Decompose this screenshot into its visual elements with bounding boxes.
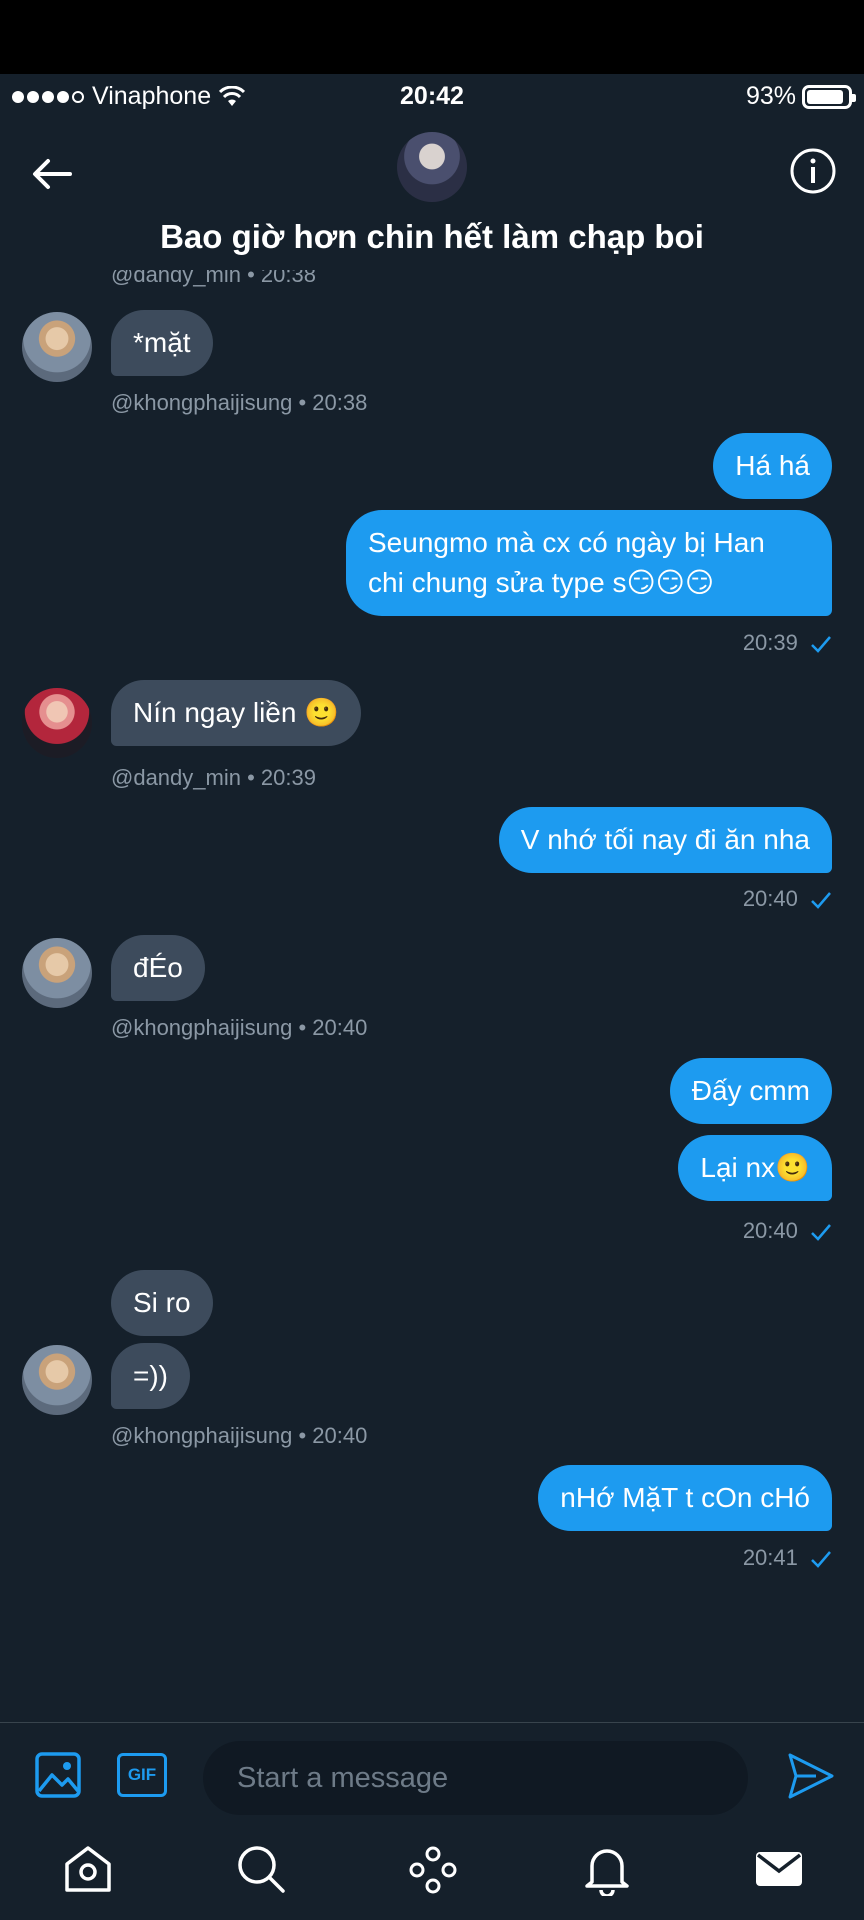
message-text: Lại nx (700, 1152, 776, 1183)
back-arrow-icon[interactable] (28, 150, 76, 198)
sent-check-icon (811, 892, 831, 910)
sent-check-icon (811, 1551, 831, 1569)
message-line: chi chung sửa type s😏😏😏 (368, 563, 810, 603)
gif-icon[interactable]: GIF (117, 1753, 167, 1797)
message-meta: @dandy_min • 20:39 (111, 765, 316, 790)
incoming-message[interactable]: đÉo (111, 935, 205, 1001)
message-meta: @khongphaijisung • 20:40 (111, 1423, 368, 1448)
mail-icon[interactable] (752, 1842, 806, 1896)
outgoing-message[interactable]: Seungmo mà cx có ngày bị Han chi chung s… (346, 510, 832, 616)
smirk-emoji: 😏😏😏 (626, 566, 715, 599)
sent-check-icon (811, 1224, 831, 1242)
status-time: 20:42 (400, 82, 464, 110)
bottom-tab-bar (0, 1834, 864, 1920)
message-time: 20:39 (743, 630, 832, 656)
conversation-title[interactable]: Bao giờ hơn chin hết làm chạp boi (0, 218, 864, 256)
message-text: Nín ngay liền (133, 697, 305, 728)
smile-emoji: 🙂 (775, 1151, 810, 1184)
image-icon[interactable] (34, 1751, 82, 1799)
message-meta: @khongphaijisung • 20:38 (111, 390, 368, 415)
message-line: Seungmo mà cx có ngày bị Han (368, 527, 765, 558)
status-right: 93% (745, 82, 856, 111)
time-label: 20:40 (742, 1218, 798, 1243)
message-meta: @dandy_min • 20:38 (111, 270, 316, 287)
message-text: chi chung sửa type s (368, 567, 627, 598)
bell-icon[interactable] (580, 1842, 634, 1896)
time-label: 20:40 (742, 886, 798, 911)
conversation-avatar[interactable] (397, 132, 467, 202)
outgoing-message[interactable]: V nhớ tối nay đi ăn nha (498, 807, 832, 873)
sent-check-icon (811, 636, 831, 654)
status-bar: Vinaphone 20:42 93% (0, 74, 864, 118)
message-time: 20:41 (743, 1545, 832, 1571)
outgoing-message[interactable]: Há há (713, 433, 832, 499)
search-icon[interactable] (234, 1842, 288, 1896)
chat-header: Bao giờ hơn chin hết làm chạp boi (0, 120, 864, 270)
smile-emoji: 🙂 (304, 696, 340, 729)
avatar[interactable] (22, 938, 92, 1008)
info-icon[interactable] (788, 146, 838, 196)
spaces-icon[interactable] (406, 1842, 460, 1896)
outgoing-message[interactable]: nHớ MặT t cOn cHó (538, 1465, 832, 1531)
incoming-message[interactable]: Nín ngay liền 🙂 (111, 680, 362, 746)
incoming-message[interactable]: =)) (111, 1343, 190, 1409)
message-time: 20:40 (743, 886, 832, 912)
time-label: 20:41 (742, 1545, 798, 1570)
message-meta: @khongphaijisung • 20:40 (111, 1015, 368, 1040)
incoming-message[interactable]: Si ro (111, 1270, 213, 1336)
avatar[interactable] (22, 1345, 92, 1415)
top-black-bar (0, 0, 864, 74)
message-list[interactable]: @dandy_min • 20:38 *mặt @khongphaijisung… (0, 270, 864, 1720)
outgoing-message[interactable]: Lại nx🙂 (678, 1135, 832, 1201)
outgoing-message[interactable]: Đấy cmm (669, 1058, 832, 1124)
avatar[interactable] (22, 312, 92, 382)
message-time: 20:40 (743, 1218, 832, 1244)
incoming-message[interactable]: *mặt (111, 310, 213, 376)
battery-percent: 93% (745, 82, 796, 110)
message-composer: GIF (0, 1722, 864, 1834)
message-input[interactable] (203, 1741, 748, 1815)
avatar[interactable] (22, 688, 92, 758)
time-label: 20:39 (742, 630, 798, 655)
battery-icon (802, 84, 856, 109)
send-icon[interactable] (786, 1751, 836, 1801)
home-icon[interactable] (61, 1842, 115, 1896)
